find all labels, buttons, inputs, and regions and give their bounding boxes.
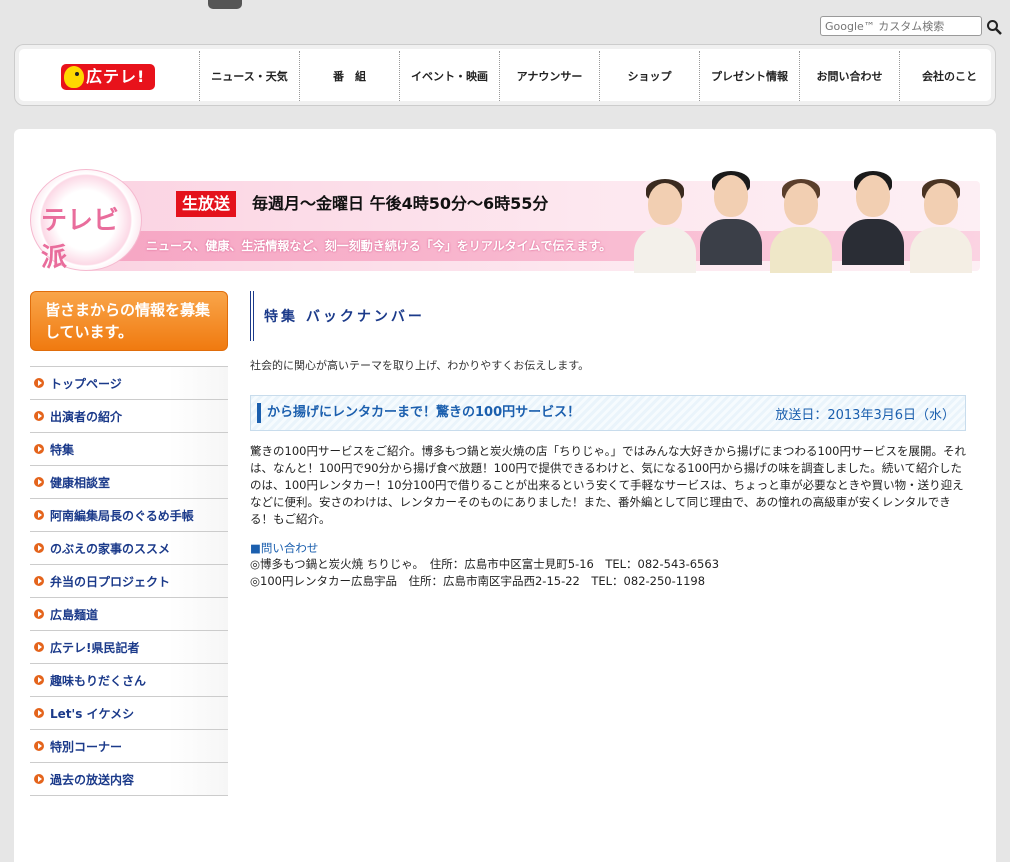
nav-contact[interactable]: お問い合わせ [799,51,899,101]
nav-shop[interactable]: ショップ [599,51,699,101]
feature-title: から揚げにレンタカーまで！驚きの100円サービス！ [257,403,580,423]
info-request-banner[interactable]: 皆さまからの情報を募集しています。 [30,291,228,351]
main-content: 特集 バックナンバー 社会的に関心が高いテーマを取り上げ、わかりやすくお伝えしま… [250,291,966,590]
presenters-photo [630,171,980,273]
arrow-bullet-icon [34,576,44,586]
nav-events-movies[interactable]: イベント・映画 [399,51,499,101]
arrow-bullet-icon [34,543,44,553]
arrow-bullet-icon [34,411,44,421]
sidebar-item-health[interactable]: 健康相談室 [30,466,228,499]
arrow-bullet-icon [34,708,44,718]
contact-heading[interactable]: ■問い合わせ [250,540,966,556]
sidebar-item-reporter[interactable]: 広テレ!県民記者 [30,631,228,664]
nav-company[interactable]: 会社のこと [899,51,999,101]
presenter-photo [910,179,972,273]
live-badge: 生放送 [176,191,237,217]
arrow-bullet-icon [34,609,44,619]
sidebar-item-label: トップページ [50,376,122,391]
page-title: 特集 バックナンバー [250,291,966,341]
arrow-bullet-icon [34,444,44,454]
sidebar-item-special[interactable]: 特別コーナー [30,730,228,763]
sidebar-item-label: 広テレ!県民記者 [50,640,140,655]
sidebar-item-label: 出演者の紹介 [50,409,123,424]
global-nav: 広テレ! ニュース・天気 番 組 イベント・映画 アナウンサー ショップ プレゼ… [14,44,996,106]
program-name: テレビ派 [41,206,120,273]
arrow-bullet-icon [34,510,44,520]
sidebar-item-ikemeshi[interactable]: Let's イケメシ [30,697,228,730]
sidebar-item-label: 健康相談室 [50,475,111,490]
sidebar-menu: トップページ 出演者の紹介 特集 健康相談室 阿南編集局長のぐるめ手帳 のぶえの… [30,366,228,796]
nav-items: ニュース・天気 番 組 イベント・映画 アナウンサー ショップ プレゼント情報 … [199,51,999,101]
sidebar-item-bento[interactable]: 弁当の日プロジェクト [30,565,228,598]
search-icon[interactable] [986,19,1002,35]
nav-announcers[interactable]: アナウンサー [499,51,599,101]
sidebar-item-label: 弁当の日プロジェクト [50,574,171,589]
nav-presents[interactable]: プレゼント情報 [699,51,799,101]
presenter-photo [770,179,832,273]
sidebar-item-cast[interactable]: 出演者の紹介 [30,400,228,433]
sidebar: 皆さまからの情報を募集しています。 トップページ 出演者の紹介 特集 健康相談室… [30,291,228,796]
broadcast-date: 放送日：2013年3月6日（水） [775,407,955,423]
sidebar-item-label: 趣味もりだくさん [50,673,147,688]
arrow-bullet-icon [34,378,44,388]
logo-text: 広テレ! [86,67,146,86]
sidebar-item-label: のぶえの家事のススメ [50,541,171,556]
program-logo: テレビ派 [30,169,142,273]
presenter-photo [700,171,762,271]
sidebar-item-label: 広島麺道 [50,607,99,622]
arrow-bullet-icon [34,477,44,487]
sidebar-item-hobby[interactable]: 趣味もりだくさん [30,664,228,697]
sidebar-item-past[interactable]: 過去の放送内容 [30,763,228,796]
search-input[interactable] [820,16,982,36]
arrow-bullet-icon [34,741,44,751]
nav-programs[interactable]: 番 組 [299,51,399,101]
presenter-photo [634,179,696,273]
feature-header: から揚げにレンタカーまで！驚きの100円サービス！ 放送日：2013年3月6日（… [250,395,966,431]
bird-mascot-icon [64,66,84,88]
arrow-bullet-icon [34,774,44,784]
sidebar-item-features[interactable]: 特集 [30,433,228,466]
sidebar-item-label: 特集 [50,442,75,457]
arrow-bullet-icon [34,675,44,685]
program-banner: テレビ派 生放送 毎週月～金曜日 午後4時50分～6時55分 ニュース、健康、生… [30,169,980,273]
sidebar-item-housework[interactable]: のぶえの家事のススメ [30,532,228,565]
arrow-bullet-icon [34,642,44,652]
nav-news-weather[interactable]: ニュース・天気 [199,51,299,101]
sidebar-item-noodles[interactable]: 広島麺道 [30,598,228,631]
content-area: テレビ派 生放送 毎週月～金曜日 午後4時50分～6時55分 ニュース、健康、生… [14,129,996,862]
sidebar-item-top[interactable]: トップページ [30,367,228,400]
feature-body: 驚きの100円サービスをご紹介。博多もつ鍋と炭火焼の店「ちりじゃ。」ではみんな大… [250,444,966,526]
intro-text: 社会的に関心が高いテーマを取り上げ、わかりやすくお伝えします。 [250,359,590,372]
sidebar-item-label: Let's イケメシ [50,706,135,721]
contact-line: ◎博多もつ鍋と炭火焼 ちりじゃ。 住所：広島市中区富士見町5-16 TEL：08… [250,557,720,571]
sidebar-item-label: 阿南編集局長のぐるめ手帳 [50,508,194,523]
presenter-photo [842,171,904,271]
site-logo[interactable]: 広テレ! [61,64,155,90]
sidebar-item-gourmet[interactable]: 阿南編集局長のぐるめ手帳 [30,499,228,532]
window-tab [208,0,242,9]
banner-tagline: ニュース、健康、生活情報など、刻一刻動き続ける「今」をリアルタイムで伝えます。 [146,239,612,253]
sidebar-item-label: 過去の放送内容 [50,772,135,787]
contact-line: ◎100円レンタカー広島宇品 住所：広島市南区宇品西2-15-22 TEL：08… [250,574,706,588]
broadcast-schedule: 毎週月～金曜日 午後4時50分～6時55分 [252,194,549,213]
sidebar-item-label: 特別コーナー [50,739,123,754]
